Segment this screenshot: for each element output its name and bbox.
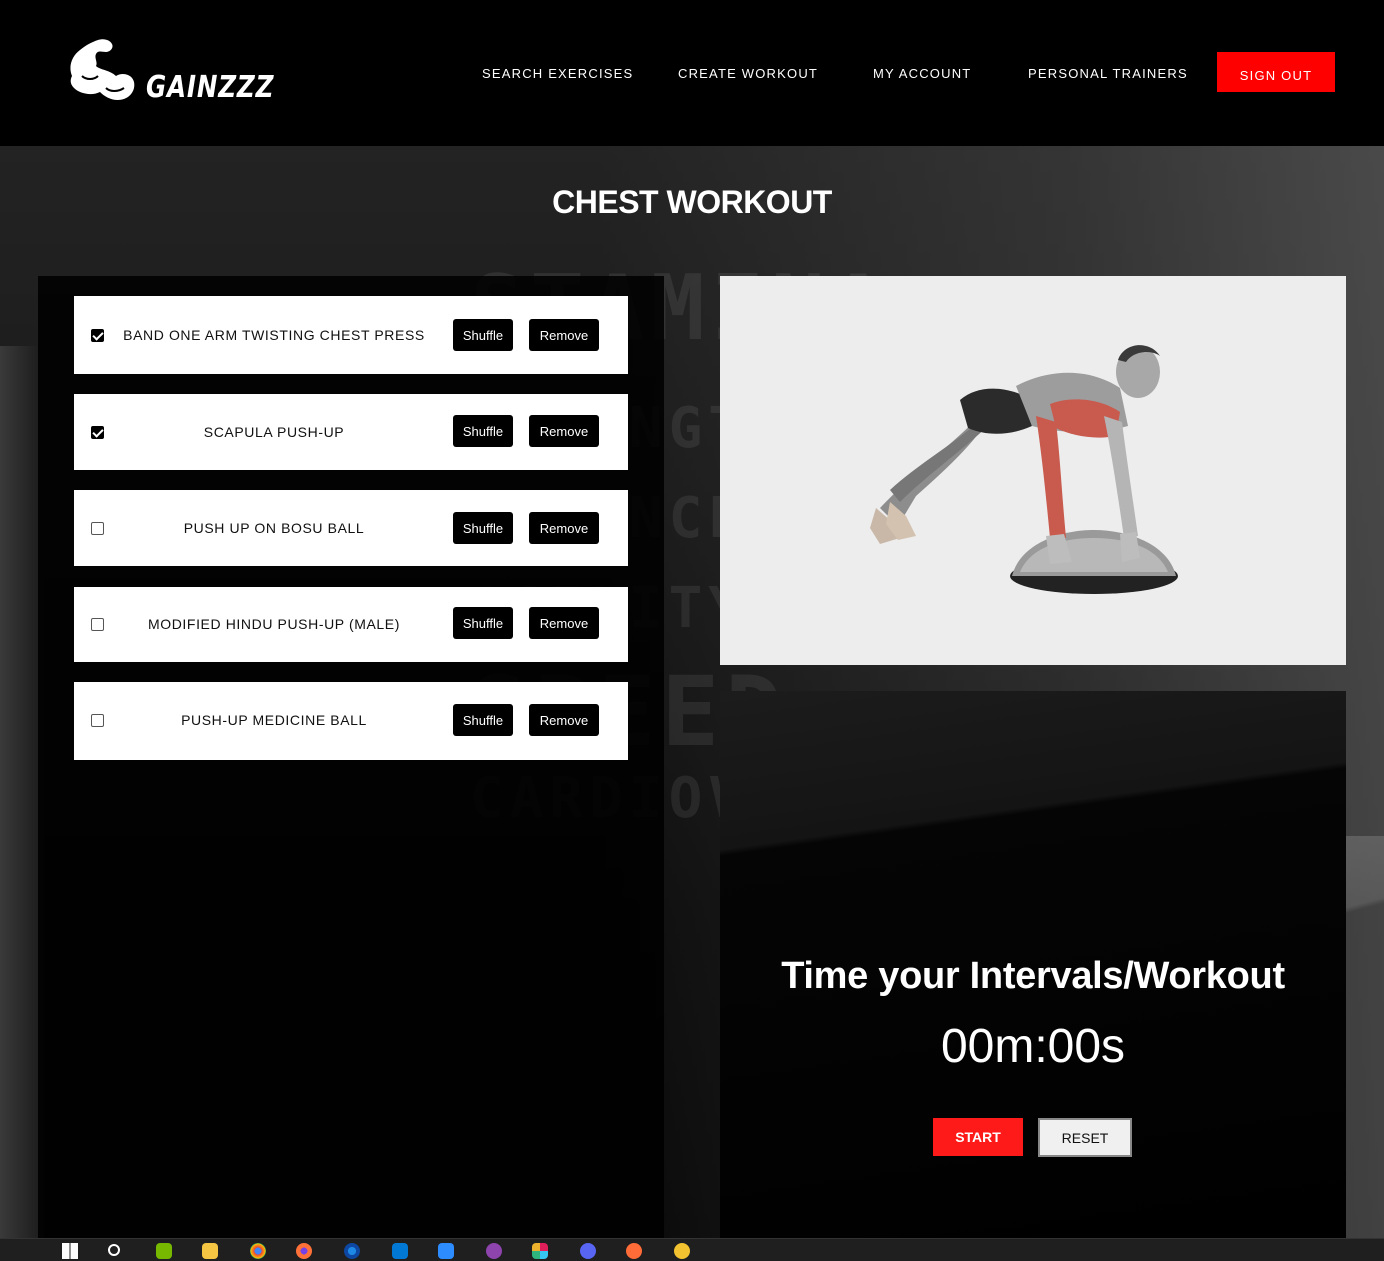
firefox-dev-icon[interactable] (344, 1243, 360, 1259)
nav-my-account[interactable]: MY ACCOUNT (873, 66, 971, 81)
windows-icon[interactable] (62, 1243, 78, 1259)
remove-button[interactable]: Remove (529, 319, 599, 351)
exercise-name: BAND ONE ARM TWISTING CHEST PRESS (123, 327, 425, 343)
exercise-checkbox[interactable] (91, 618, 104, 631)
shuffle-button[interactable]: Shuffle (453, 319, 513, 351)
shuffle-button[interactable]: Shuffle (453, 512, 513, 544)
app-icon[interactable] (674, 1243, 690, 1259)
shuffle-button[interactable]: Shuffle (453, 704, 513, 736)
github-icon[interactable] (486, 1243, 502, 1259)
start-timer-button[interactable]: START (933, 1118, 1023, 1156)
exercise-checkbox[interactable] (91, 714, 104, 727)
page-title: CHEST WORKOUT (552, 184, 832, 220)
remove-button[interactable]: Remove (529, 415, 599, 447)
file-explorer-icon[interactable] (202, 1243, 218, 1259)
exercise-card: BAND ONE ARM TWISTING CHEST PRESS Shuffl… (74, 296, 628, 374)
exercise-checkbox[interactable] (91, 426, 104, 439)
chrome-icon[interactable] (250, 1243, 266, 1259)
windows-taskbar (0, 1238, 1384, 1261)
timer-title: Time your Intervals/Workout (781, 955, 1285, 997)
nav-create-workout[interactable]: CREATE WORKOUT (678, 66, 818, 81)
brand-name: GAINZZZ (146, 70, 275, 105)
timer-display: 00m:00s (940, 1020, 1126, 1073)
remove-button[interactable]: Remove (529, 607, 599, 639)
slack-icon[interactable] (532, 1243, 548, 1259)
shuffle-button[interactable]: Shuffle (453, 607, 513, 639)
nav-search-exercises[interactable]: SEARCH EXERCISES (482, 66, 633, 81)
nav-personal-trainers[interactable]: PERSONAL TRAINERS (1028, 66, 1188, 81)
workout-timer-panel: Time your Intervals/Workout 00m:00s STAR… (720, 691, 1346, 1238)
vscode-icon[interactable] (392, 1243, 408, 1259)
exercise-illustration (720, 276, 1346, 665)
exercise-checkbox[interactable] (91, 522, 104, 535)
exercise-card: MODIFIED HINDU PUSH-UP (MALE) Shuffle Re… (74, 587, 628, 662)
sign-out-button[interactable]: SIGN OUT (1217, 52, 1335, 92)
discord-icon[interactable] (580, 1243, 596, 1259)
nvidia-icon[interactable] (156, 1243, 172, 1259)
zoom-icon[interactable] (438, 1243, 454, 1259)
search-icon[interactable] (108, 1244, 120, 1256)
brand-logo[interactable]: GAINZZZ (66, 36, 273, 110)
flexed-arm-icon (70, 39, 135, 100)
reset-timer-button[interactable]: RESET (1038, 1118, 1132, 1157)
shuffle-button[interactable]: Shuffle (453, 415, 513, 447)
remove-button[interactable]: Remove (529, 512, 599, 544)
exercise-name: SCAPULA PUSH-UP (203, 424, 345, 440)
remove-button[interactable]: Remove (529, 704, 599, 736)
top-navbar: GAINZZZ SEARCH EXERCISES CREATE WORKOUT … (0, 0, 1384, 146)
exercise-name: PUSH-UP MEDICINE BALL (181, 712, 367, 728)
exercise-name: MODIFIED HINDU PUSH-UP (MALE) (147, 616, 401, 632)
exercise-card: PUSH UP ON BOSU BALL Shuffle Remove (74, 490, 628, 566)
exercise-card: PUSH-UP MEDICINE BALL Shuffle Remove (74, 682, 628, 760)
exercise-checkbox[interactable] (91, 329, 104, 342)
postman-icon[interactable] (626, 1243, 642, 1259)
firefox-icon[interactable] (296, 1243, 312, 1259)
app-root: STAMINA STRENGTH BALANCE ACCURACY AGILIT… (0, 0, 1384, 1261)
exercise-card: SCAPULA PUSH-UP Shuffle Remove (74, 394, 628, 470)
exercise-name: PUSH UP ON BOSU BALL (183, 520, 365, 536)
pushup-bosu-figure-icon (870, 345, 1178, 594)
